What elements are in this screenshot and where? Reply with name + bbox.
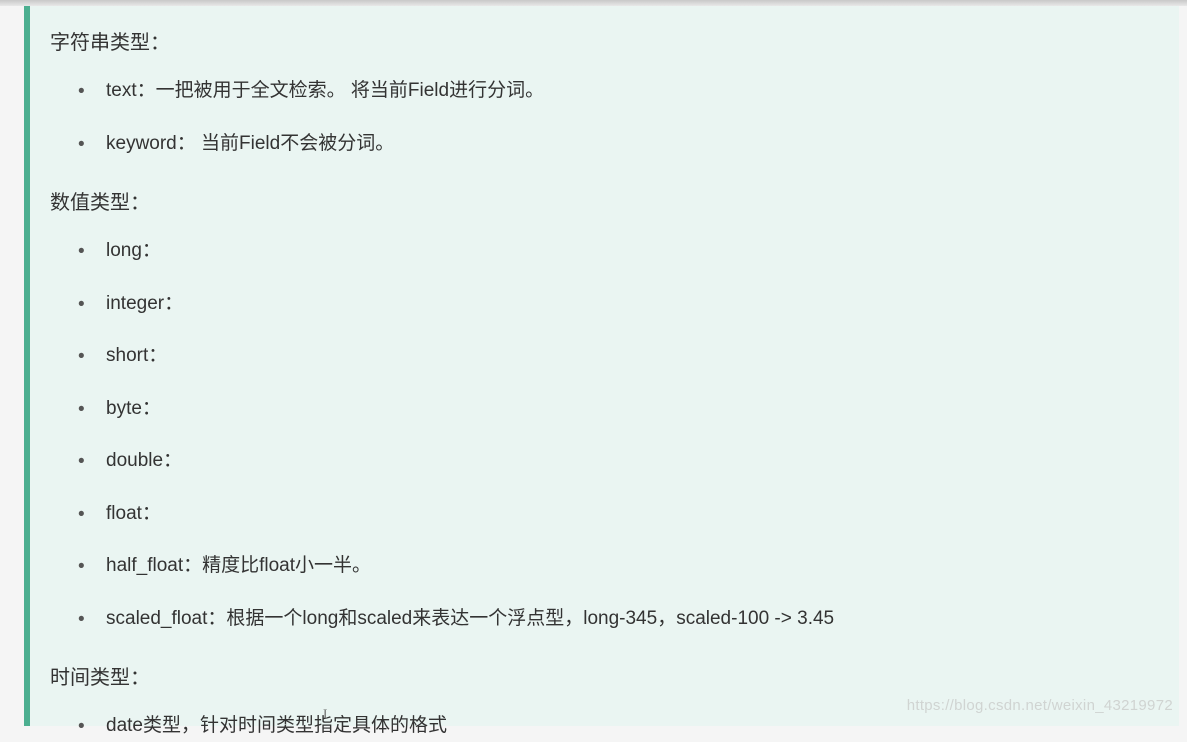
list-item: short： — [78, 342, 1179, 371]
list-item: long： — [78, 237, 1179, 266]
list-item: integer： — [78, 290, 1179, 319]
section-heading-date: 时间类型： — [50, 661, 1179, 690]
list-item: byte： — [78, 395, 1179, 424]
list-item: keyword： 当前Field不会被分词。 — [78, 130, 1179, 159]
date-type-list: date类型，针对时间类型指定具体的格式 — [78, 712, 1179, 741]
document-content: 字符串类型： text：一把被用于全文检索。 将当前Field进行分词。 key… — [24, 6, 1179, 726]
list-item: date类型，针对时间类型指定具体的格式 — [78, 712, 1179, 741]
text-cursor-icon: I — [323, 706, 327, 722]
list-item: half_float：精度比float小一半。 — [78, 552, 1179, 581]
numeric-type-list: long： integer： short： byte： double： floa… — [78, 237, 1179, 633]
section-heading-string: 字符串类型： — [50, 26, 1179, 55]
list-item: scaled_float：根据一个long和scaled来表达一个浮点型，lon… — [78, 605, 1179, 634]
list-item: double： — [78, 447, 1179, 476]
list-item: float： — [78, 500, 1179, 529]
watermark-text: https://blog.csdn.net/weixin_43219972 — [907, 697, 1173, 714]
list-item: text：一把被用于全文检索。 将当前Field进行分词。 — [78, 77, 1179, 106]
string-type-list: text：一把被用于全文检索。 将当前Field进行分词。 keyword： 当… — [78, 77, 1179, 158]
section-heading-numeric: 数值类型： — [50, 186, 1179, 215]
